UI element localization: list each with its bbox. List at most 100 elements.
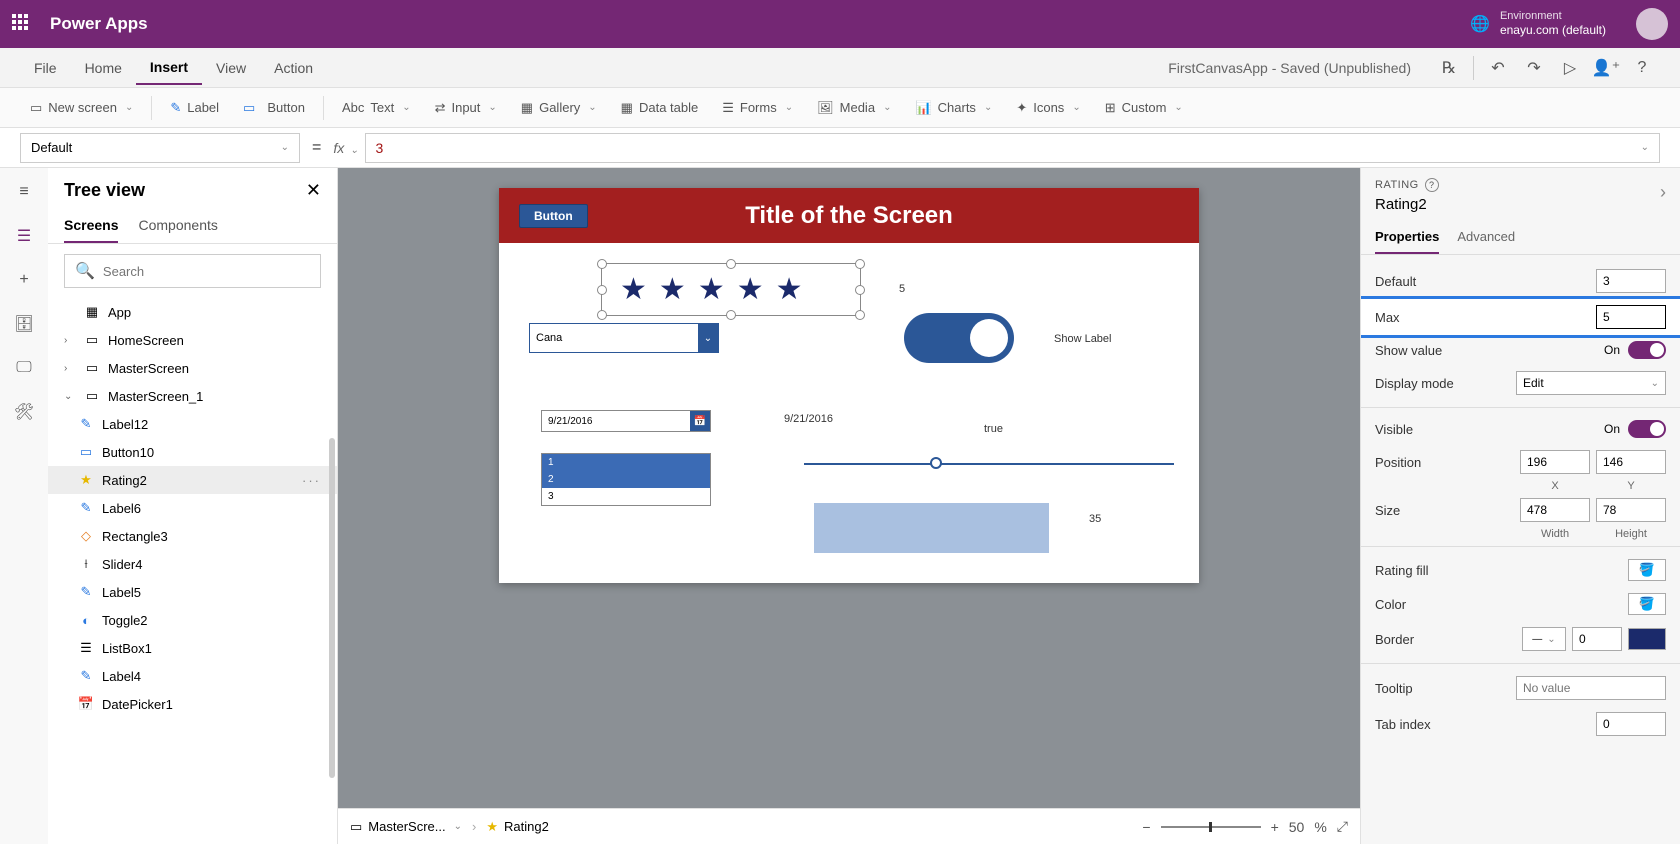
resize-handle[interactable] — [855, 259, 865, 269]
border-style-select[interactable]: —⌄ — [1522, 627, 1566, 651]
text-dropdown[interactable]: AbcText⌄ — [332, 94, 421, 121]
rectangle-shape[interactable] — [814, 503, 1049, 553]
default-input[interactable] — [1596, 269, 1666, 293]
resize-handle[interactable] — [855, 310, 865, 320]
resize-handle[interactable] — [726, 259, 736, 269]
menu-home[interactable]: Home — [71, 52, 136, 84]
resize-handle[interactable] — [726, 310, 736, 320]
tab-screens[interactable]: Screens — [64, 209, 118, 243]
search-input[interactable] — [103, 264, 310, 279]
breadcrumb-screen[interactable]: ▭MasterScre...⌄ — [350, 819, 462, 835]
help-icon[interactable]: ? — [1425, 178, 1439, 192]
help-icon[interactable]: ? — [1624, 50, 1660, 86]
new-screen-button[interactable]: ▭New screen⌄ — [20, 94, 143, 122]
tree-node-label6[interactable]: ✎Label6 — [48, 494, 337, 522]
chevron-down-icon[interactable]: ⌄ — [698, 324, 718, 352]
listbox-control[interactable]: 1 2 3 — [541, 453, 711, 506]
insert-icon[interactable]: + — [12, 268, 36, 292]
input-dropdown[interactable]: ⇄Input⌄ — [425, 94, 507, 122]
max-input[interactable] — [1596, 305, 1666, 329]
dropdown-control[interactable]: Cana ⌄ — [529, 323, 719, 353]
play-icon[interactable]: ▷ — [1552, 50, 1588, 86]
list-item[interactable]: 1 — [542, 454, 710, 471]
datepicker-control[interactable]: 9/21/2016 📅 — [541, 410, 711, 432]
tree-node-label5[interactable]: ✎Label5 — [48, 578, 337, 606]
height-input[interactable] — [1596, 498, 1666, 522]
chevron-down-icon[interactable]: ⌄ — [1641, 142, 1649, 153]
list-item[interactable]: 2 — [542, 471, 710, 488]
forms-dropdown[interactable]: ☰Forms⌄ — [712, 94, 803, 122]
tree-node-masterscreen1[interactable]: ⌄▭MasterScreen_1 — [48, 382, 337, 410]
tree-node-label12[interactable]: ✎Label12 — [48, 410, 337, 438]
tree-node-slider4[interactable]: ⟊Slider4 — [48, 550, 337, 578]
close-icon[interactable]: ✕ — [306, 180, 321, 201]
zoom-slider[interactable] — [1161, 826, 1261, 828]
tree-node-label4[interactable]: ✎Label4 — [48, 662, 337, 690]
tree-view-icon[interactable]: ☰ — [12, 224, 36, 248]
slider-control[interactable] — [804, 463, 1174, 465]
media-rail-icon[interactable]: 🖵 — [12, 356, 36, 380]
more-icon[interactable]: ··· — [302, 473, 321, 488]
search-box[interactable]: 🔍 — [64, 254, 321, 288]
environment-picker[interactable]: 🌐 Environment enayu.com (default) — [1470, 9, 1606, 39]
tree-node-masterscreen[interactable]: ›▭MasterScreen — [48, 354, 337, 382]
tree-node-homescreen[interactable]: ›▭HomeScreen — [48, 326, 337, 354]
app-checker-icon[interactable]: ℞ — [1431, 50, 1467, 86]
menu-insert[interactable]: Insert — [136, 51, 202, 85]
media-dropdown[interactable]: 🖼Media⌄ — [807, 94, 901, 122]
property-selector[interactable]: Default ⌄ — [20, 133, 300, 163]
visible-toggle[interactable] — [1628, 420, 1666, 438]
undo-icon[interactable]: ↶ — [1480, 50, 1516, 86]
button-button[interactable]: ▭Button — [233, 94, 315, 122]
charts-dropdown[interactable]: 📊Charts⌄ — [905, 94, 1002, 122]
position-x-input[interactable] — [1520, 450, 1590, 474]
border-width-input[interactable] — [1572, 627, 1622, 651]
tab-components[interactable]: Components — [138, 209, 217, 243]
width-input[interactable] — [1520, 498, 1590, 522]
tree-node-button10[interactable]: ▭Button10 — [48, 438, 337, 466]
tree-node-app[interactable]: ▦App — [48, 298, 337, 326]
resize-handle[interactable] — [597, 285, 607, 295]
resize-handle[interactable] — [855, 285, 865, 295]
tooltip-input[interactable] — [1516, 676, 1666, 700]
list-item[interactable]: 3 — [542, 488, 710, 505]
tree-node-rating2[interactable]: ★Rating2··· — [48, 466, 337, 494]
formula-input[interactable]: 3 ⌄ — [365, 133, 1660, 163]
app-launcher-icon[interactable] — [12, 14, 32, 34]
label-button[interactable]: ✎Label — [160, 94, 229, 122]
tree-node-rectangle3[interactable]: ◇Rectangle3 — [48, 522, 337, 550]
menu-action[interactable]: Action — [260, 52, 327, 84]
scrollbar[interactable] — [329, 438, 335, 778]
tools-icon[interactable]: 🛠 — [12, 400, 36, 424]
breadcrumb-control[interactable]: ★Rating2 — [486, 819, 548, 835]
rating-control-selected[interactable]: ★ ★ ★ ★ ★ — [601, 263, 861, 318]
display-mode-select[interactable]: Edit⌄ — [1516, 371, 1666, 395]
hamburger-icon[interactable]: ≡ — [12, 180, 36, 204]
menu-file[interactable]: File — [20, 52, 71, 84]
tree-node-toggle2[interactable]: ◐Toggle2 — [48, 606, 337, 634]
rating-fill-swatch[interactable]: 🪣 — [1628, 559, 1666, 581]
canvas-screen[interactable]: Button Title of the Screen ★ ★ ★ ★ ★ — [499, 188, 1199, 583]
show-value-toggle[interactable] — [1628, 341, 1666, 359]
fit-screen-icon[interactable]: ⤢ — [1337, 818, 1348, 835]
icons-dropdown[interactable]: ✦Icons⌄ — [1006, 94, 1090, 122]
border-color-swatch[interactable] — [1628, 628, 1666, 650]
tree-node-listbox1[interactable]: ☰ListBox1 — [48, 634, 337, 662]
tab-advanced[interactable]: Advanced — [1457, 221, 1515, 254]
slider-thumb[interactable] — [930, 457, 942, 469]
data-icon[interactable]: 🗄 — [12, 312, 36, 336]
redo-icon[interactable]: ↷ — [1516, 50, 1552, 86]
zoom-out-button[interactable]: − — [1142, 819, 1150, 835]
color-swatch[interactable]: 🪣 — [1628, 593, 1666, 615]
avatar[interactable] — [1636, 8, 1668, 40]
tree-node-datepicker1[interactable]: 📅DatePicker1 — [48, 690, 337, 718]
gallery-dropdown[interactable]: ▦Gallery⌄ — [511, 94, 607, 122]
toggle-control[interactable] — [904, 313, 1014, 363]
share-icon[interactable]: 👤⁺ — [1588, 50, 1624, 86]
tabindex-input[interactable] — [1596, 712, 1666, 736]
resize-handle[interactable] — [597, 310, 607, 320]
resize-handle[interactable] — [597, 259, 607, 269]
custom-dropdown[interactable]: ⊞Custom⌄ — [1095, 94, 1193, 122]
chevron-right-icon[interactable]: › — [1660, 182, 1666, 203]
menu-view[interactable]: View — [202, 52, 260, 84]
